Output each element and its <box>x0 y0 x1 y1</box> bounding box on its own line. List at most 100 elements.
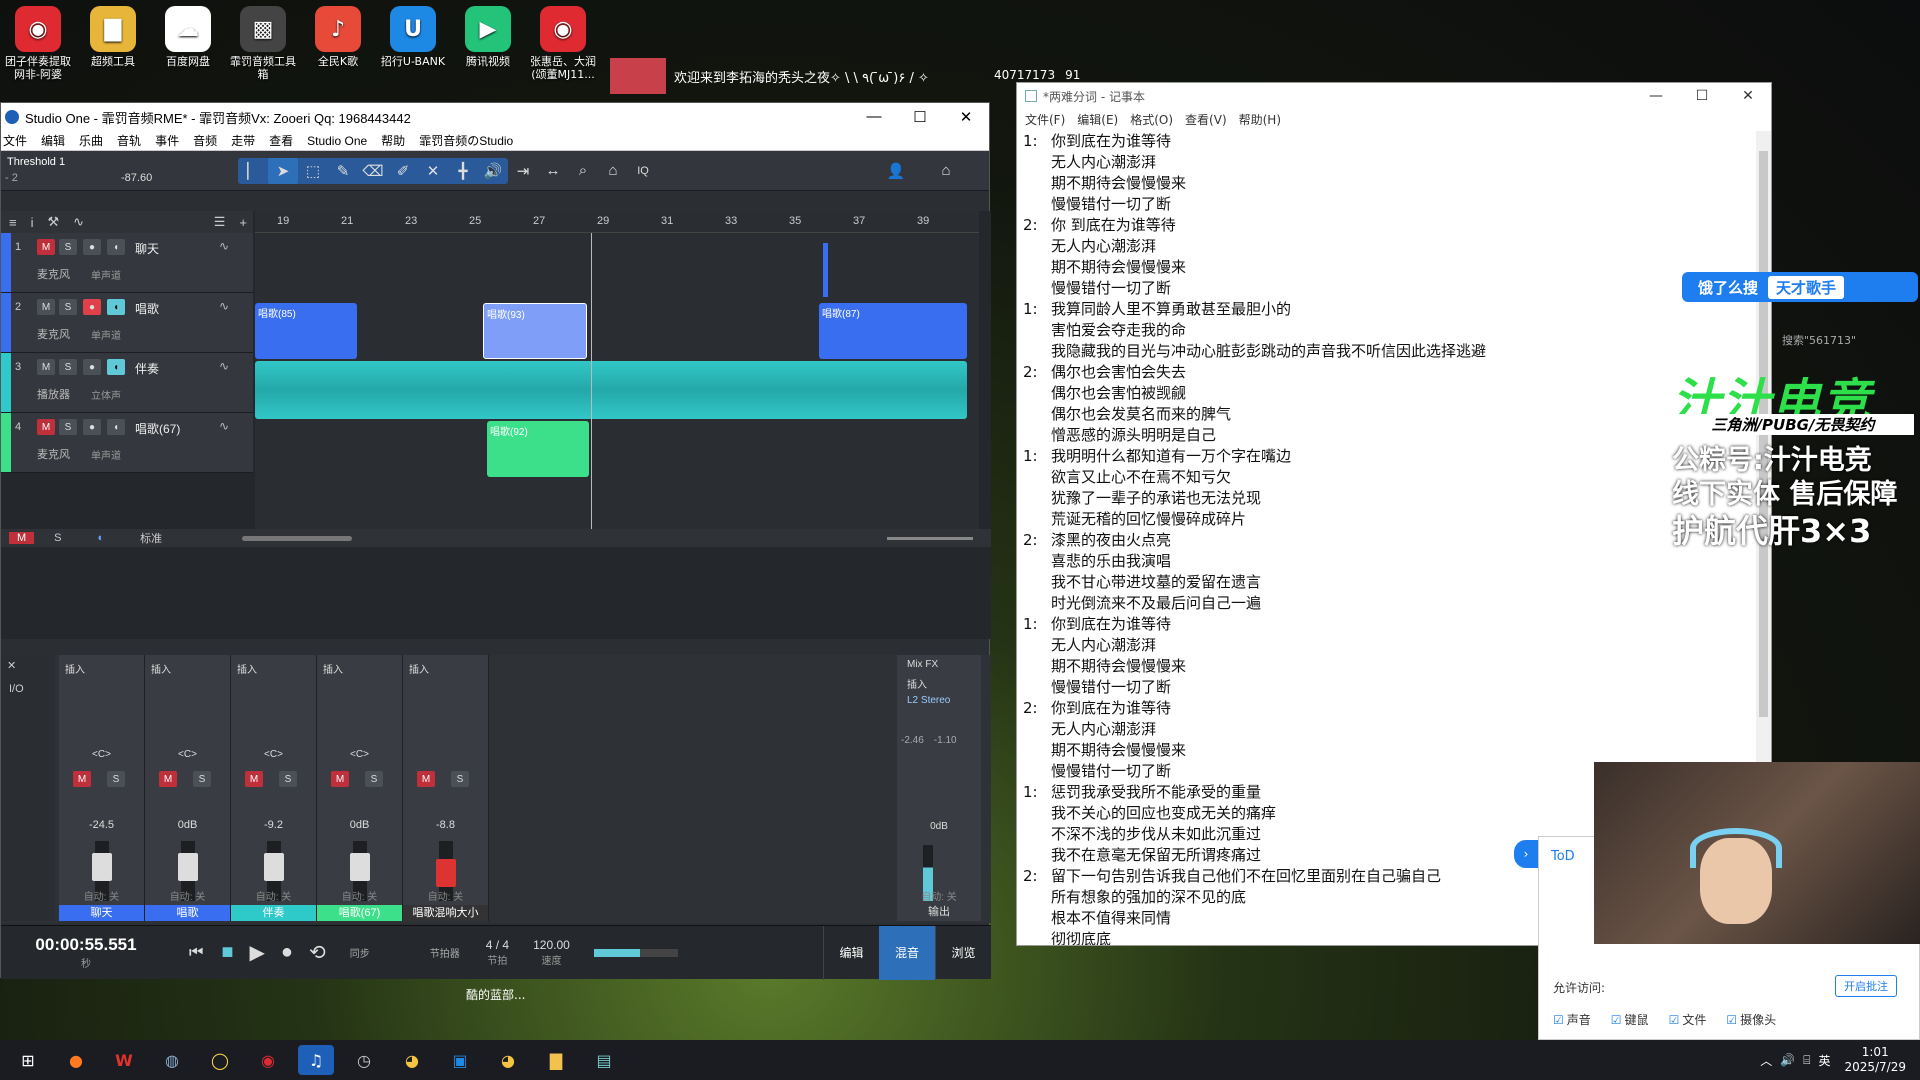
desktop-icon[interactable]: ☁ 百度网盘 <box>152 4 224 68</box>
channel-pan[interactable]: <C> <box>145 749 230 760</box>
search-banner[interactable]: 饿了么搜 天才歌手 <box>1682 272 1918 302</box>
obs-icon[interactable]: ◯ <box>202 1045 238 1075</box>
track-monitor-button[interactable]: ◖ <box>107 299 125 315</box>
threshold-value[interactable]: -87.60 <box>121 172 152 184</box>
list-icon[interactable]: ≡ <box>9 215 17 230</box>
track-input[interactable]: 麦克风 <box>37 446 70 462</box>
track-name[interactable]: 聊天 <box>135 240 159 257</box>
network-icon[interactable]: ⌸ <box>1803 1053 1810 1068</box>
notepad-close-button[interactable]: ✕ <box>1725 88 1771 104</box>
pointer-tool[interactable]: ▏ <box>238 158 268 184</box>
split-tool[interactable]: ✎ <box>328 158 358 184</box>
channel-insert[interactable]: 插入 <box>237 661 257 676</box>
channel-insert[interactable]: 插入 <box>323 661 343 676</box>
rewind-icon[interactable]: ⏮ <box>189 944 203 962</box>
channel-pan[interactable]: <C> <box>59 749 144 760</box>
track-record-button[interactable]: ● <box>83 419 101 435</box>
firefox-icon[interactable]: ● <box>58 1045 94 1075</box>
fader-cap[interactable] <box>178 853 198 881</box>
channel-solo-button[interactable]: S <box>193 771 211 787</box>
track-height-select[interactable]: 标准 <box>140 530 162 546</box>
tray-arrow-icon[interactable]: ︿ <box>1760 1052 1772 1069</box>
annotation-button[interactable]: 开启批注 <box>1835 975 1897 997</box>
close-mixer-icon[interactable]: ✕ <box>7 659 16 672</box>
track-name[interactable]: 唱歌(67) <box>135 420 180 437</box>
wps-icon[interactable]: W <box>106 1045 142 1075</box>
wrench-icon[interactable]: ⚒ <box>47 214 59 230</box>
channel-auto[interactable]: 自动: 关 <box>231 888 316 903</box>
paint-tool[interactable]: ✐ <box>388 158 418 184</box>
expand-arrow-icon[interactable]: › <box>1514 840 1538 868</box>
notepad-minimize-button[interactable]: — <box>1633 88 1679 104</box>
menu-item[interactable]: 文件 <box>3 132 27 149</box>
channel-mute-button[interactable]: M <box>417 771 435 787</box>
backing-track-clip[interactable] <box>255 361 967 419</box>
global-solo-button[interactable]: S <box>54 532 61 544</box>
track-mute-button[interactable]: M <box>37 299 55 315</box>
menu-item[interactable]: 乐曲 <box>79 132 103 149</box>
record-icon[interactable]: ● <box>281 941 293 964</box>
channel-mute-button[interactable]: M <box>331 771 349 787</box>
fader-cap[interactable] <box>264 853 284 881</box>
l2-plugin[interactable]: L2 Stereo <box>897 693 981 708</box>
channel-mute-button[interactable]: M <box>159 771 177 787</box>
notepad-maximize-button[interactable]: ☐ <box>1679 88 1725 104</box>
clip-selected[interactable]: 唱歌(93) <box>483 303 587 359</box>
fader-cap[interactable] <box>92 853 112 881</box>
loop-icon[interactable]: ⟲ <box>309 940 326 965</box>
track-input[interactable]: 麦克风 <box>37 326 70 342</box>
io-label[interactable]: I/O <box>9 683 24 695</box>
checkbox-icon[interactable]: ☑ <box>1726 1013 1737 1027</box>
folder-icon[interactable]: ▇ <box>538 1045 574 1075</box>
timeline-ruler[interactable]: 19 21 23 25 27 29 31 33 35 37 39 <box>255 211 979 233</box>
notepad-taskbar-icon[interactable]: ▤ <box>586 1045 622 1075</box>
channel-insert[interactable]: 插入 <box>151 661 171 676</box>
track-solo-button[interactable]: S <box>59 299 77 315</box>
track-header[interactable]: 4 M S ● ◖ 唱歌(67) 麦克风 单声道 ∿ <box>1 413 253 473</box>
channel-pan[interactable]: <C> <box>231 749 316 760</box>
checkbox-icon[interactable]: ☑ <box>1553 1013 1564 1027</box>
track-header[interactable]: 1 M S ● ◖ 聊天 麦克风 单声道 ∿ <box>1 233 253 293</box>
sync-label[interactable]: 同步 <box>350 945 370 960</box>
input-lang[interactable]: 英 <box>1818 1052 1830 1069</box>
channel-insert[interactable]: 插入 <box>409 661 429 676</box>
track-mute-button[interactable]: M <box>37 419 55 435</box>
menu-item[interactable]: 帮助 <box>381 132 405 149</box>
menu-item[interactable]: 编辑 <box>41 132 65 149</box>
clip[interactable]: 唱歌(85) <box>255 303 357 359</box>
track-record-button[interactable]: ● <box>83 359 101 375</box>
track-mute-button[interactable]: M <box>37 239 55 255</box>
channel-solo-button[interactable]: S <box>279 771 297 787</box>
track-record-button[interactable]: ● <box>83 299 101 315</box>
track-solo-button[interactable]: S <box>59 239 77 255</box>
menu-item[interactable]: Studio One <box>307 134 367 148</box>
zoom-icon[interactable]: ⌕ <box>568 158 598 184</box>
steam-icon[interactable]: ◍ <box>154 1045 190 1075</box>
track-monitor-button[interactable]: ◖ <box>107 239 125 255</box>
zoom-slider[interactable] <box>887 536 973 540</box>
permission-item[interactable]: ☑ 摄像头 <box>1726 1011 1776 1028</box>
mixfx-label[interactable]: Mix FX <box>897 655 981 674</box>
time-display[interactable]: 00:00:55.551 秒 <box>1 935 171 970</box>
track-solo-button[interactable]: S <box>59 359 77 375</box>
netease-music-icon[interactable]: ◉ <box>250 1045 286 1075</box>
channel-name[interactable]: 伴奏 <box>231 905 316 921</box>
notepad-menu-item[interactable]: 编辑(E) <box>1077 111 1118 128</box>
notepad-menu-item[interactable]: 帮助(H) <box>1239 111 1281 128</box>
channel-name[interactable]: 聊天 <box>59 905 144 921</box>
metronome-icon[interactable]: ⌂ <box>598 158 628 184</box>
close-button[interactable]: ✕ <box>943 108 989 126</box>
add-track-icon[interactable]: + <box>239 215 247 230</box>
windows-start-icon[interactable]: ⊞ <box>10 1045 46 1075</box>
desktop-icon[interactable]: ◉ 团子伴奏提取 网非-阿婆 <box>2 4 74 81</box>
menu-item[interactable]: 霏罚音频のStudio <box>419 132 513 149</box>
output-insert[interactable]: 插入 <box>897 674 981 693</box>
channel-mute-button[interactable]: M <box>73 771 91 787</box>
playhead[interactable] <box>591 233 592 533</box>
info-icon[interactable]: i <box>31 215 34 230</box>
listen-tool[interactable]: 🔊 <box>478 158 508 184</box>
global-mute-button[interactable]: M <box>9 532 35 544</box>
threshold-panel[interactable]: Threshold 1 - 2 -87.60 <box>1 152 236 190</box>
channel-auto[interactable]: 自动: 关 <box>59 888 144 903</box>
time-signature[interactable]: 4 / 4 节拍 <box>486 938 509 967</box>
